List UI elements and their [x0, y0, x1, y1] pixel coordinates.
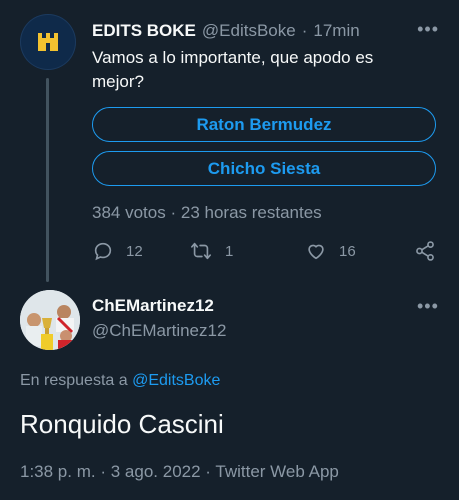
share-button[interactable] [414, 240, 436, 262]
poll-option-chicho-siesta[interactable]: Chicho Siesta [92, 151, 436, 186]
reply-source[interactable]: Twitter Web App [215, 462, 338, 481]
reply-author-handle[interactable]: @ChEMartinez12 [92, 321, 226, 341]
castle-logo-icon [38, 33, 58, 51]
retweet-button[interactable]: 1 [189, 240, 233, 262]
in-reply-handle-link[interactable]: @EditsBoke [132, 372, 220, 389]
tweet-time[interactable]: 17min [313, 21, 359, 41]
poll-separator: · [170, 203, 177, 222]
reply-date[interactable]: 3 ago. 2022 [111, 462, 201, 481]
author-name[interactable]: EDITS BOKE [92, 21, 196, 41]
tweet-text: Vamos a lo importante, que apodo es mejo… [92, 48, 374, 91]
like-button[interactable]: 16 [305, 240, 356, 262]
retweet-icon [191, 242, 211, 260]
more-options-icon[interactable]: ••• [417, 18, 439, 40]
reply-button[interactable]: 12 [92, 240, 143, 262]
reply-timestamp[interactable]: 1:38 p. m. [20, 462, 96, 481]
profile-photo-image [20, 290, 80, 350]
chemartinez12-avatar[interactable] [20, 290, 80, 350]
retweet-count: 1 [225, 242, 234, 260]
poll-meta: 384 votos · 23 horas restantes [92, 203, 322, 223]
author-handle[interactable]: @EditsBoke [202, 21, 296, 41]
poll-option-raton-bermudez[interactable]: Raton Bermudez [92, 107, 436, 142]
meta-separator-2: · [205, 462, 211, 481]
heart-icon [308, 244, 324, 260]
share-icon [416, 241, 434, 261]
in-reply-prefix: En respuesta a [20, 372, 128, 389]
poll-time-left: 23 horas restantes [180, 203, 322, 222]
in-reply-to: En respuesta a @EditsBoke [20, 372, 220, 390]
tweet-header: EDITS BOKE @EditsBoke · 17min ••• [92, 18, 439, 44]
reply-more-options-icon[interactable]: ••• [417, 296, 439, 317]
reply-icon [94, 242, 112, 261]
reply-meta: 1:38 p. m. · 3 ago. 2022 · Twitter Web A… [20, 462, 339, 482]
like-count: 16 [339, 242, 356, 260]
reply-text: Ronquido Cascini [20, 409, 224, 439]
reply-author-name[interactable]: ChEMartinez12 [92, 296, 214, 316]
poll-votes: 384 votos [92, 203, 166, 222]
meta-separator-1: · [100, 462, 107, 481]
header-separator: · [301, 21, 308, 40]
reply-count: 12 [126, 242, 143, 260]
edits-boke-avatar[interactable] [20, 14, 76, 70]
thread-connector-line [46, 78, 49, 282]
